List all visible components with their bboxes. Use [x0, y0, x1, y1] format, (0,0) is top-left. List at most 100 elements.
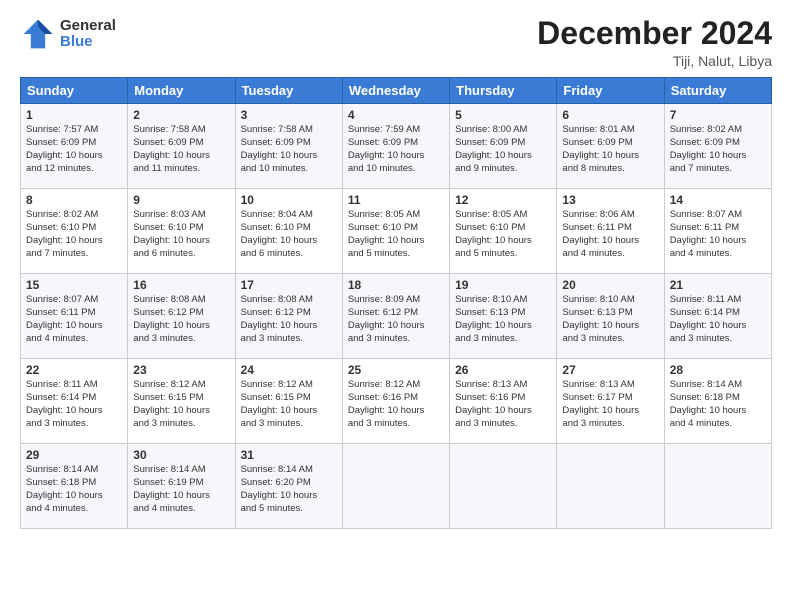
cell-content: Sunrise: 8:04 AM Sunset: 6:10 PM Dayligh… [241, 209, 337, 260]
header-tuesday: Tuesday [235, 78, 342, 104]
title-block: December 2024 Tiji, Nalut, Libya [537, 16, 772, 69]
day-number: 27 [562, 363, 658, 377]
calendar-cell-4-0: 29 Sunrise: 8:14 AM Sunset: 6:18 PM Dayli… [21, 444, 128, 529]
cell-content: Sunrise: 8:12 AM Sunset: 6:15 PM Dayligh… [133, 379, 229, 430]
calendar-cell-3-4: 26Sunrise: 8:13 AM Sunset: 6:16 PM Dayli… [450, 359, 557, 444]
cell-content: Sunrise: 8:10 AM Sunset: 6:13 PM Dayligh… [455, 294, 551, 345]
day-number: 29 [26, 448, 122, 462]
calendar-cell-4-1: 30 Sunrise: 8:14 AM Sunset: 6:19 PM Dayli… [128, 444, 235, 529]
calendar-cell-3-0: 22Sunrise: 8:11 AM Sunset: 6:14 PM Dayli… [21, 359, 128, 444]
cell-content: Sunrise: 8:05 AM Sunset: 6:10 PM Dayligh… [348, 209, 444, 260]
calendar-cell-1-4: 12 Sunrise: 8:05 AM Sunset: 6:10 PM Dayli… [450, 189, 557, 274]
calendar-cell-1-1: 9Sunrise: 8:03 AM Sunset: 6:10 PM Daylig… [128, 189, 235, 274]
cell-content: Sunrise: 8:03 AM Sunset: 6:10 PM Dayligh… [133, 209, 229, 260]
calendar-week-3: 15 Sunrise: 8:07 AM Sunset: 6:11 PM Dayli… [21, 274, 772, 359]
day-number: 14 [670, 193, 766, 207]
cell-content: Sunrise: 8:11 AM Sunset: 6:14 PM Dayligh… [26, 379, 122, 430]
header-sunday: Sunday [21, 78, 128, 104]
calendar-cell-0-3: 4 Sunrise: 7:59 AM Sunset: 6:09 PM Daylig… [342, 104, 449, 189]
calendar-cell-1-0: 8Sunrise: 8:02 AM Sunset: 6:10 PM Daylig… [21, 189, 128, 274]
cell-content: Sunrise: 8:06 AM Sunset: 6:11 PM Dayligh… [562, 209, 658, 260]
calendar-cell-2-4: 19 Sunrise: 8:10 AM Sunset: 6:13 PM Dayli… [450, 274, 557, 359]
day-number: 18 [348, 278, 444, 292]
calendar-cell-0-1: 2Sunrise: 7:58 AM Sunset: 6:09 PM Daylig… [128, 104, 235, 189]
calendar-cell-4-2: 31Sunrise: 8:14 AM Sunset: 6:20 PM Dayli… [235, 444, 342, 529]
header-saturday: Saturday [664, 78, 771, 104]
logo-general-text: General [60, 18, 116, 35]
day-number: 24 [241, 363, 337, 377]
header-monday: Monday [128, 78, 235, 104]
calendar-week-1: 1 Sunrise: 7:57 AM Sunset: 6:09 PM Daylig… [21, 104, 772, 189]
day-number: 12 [455, 193, 551, 207]
cell-content: Sunrise: 8:02 AM Sunset: 6:09 PM Dayligh… [670, 124, 766, 175]
calendar-cell-3-1: 23 Sunrise: 8:12 AM Sunset: 6:15 PM Dayli… [128, 359, 235, 444]
day-number: 5 [455, 108, 551, 122]
calendar-cell-0-4: 5Sunrise: 8:00 AM Sunset: 6:09 PM Daylig… [450, 104, 557, 189]
cell-content: Sunrise: 7:58 AM Sunset: 6:09 PM Dayligh… [241, 124, 337, 175]
cell-content: Sunrise: 8:14 AM Sunset: 6:18 PM Dayligh… [670, 379, 766, 430]
calendar-cell-0-5: 6 Sunrise: 8:01 AM Sunset: 6:09 PM Daylig… [557, 104, 664, 189]
day-number: 26 [455, 363, 551, 377]
cell-content: Sunrise: 8:09 AM Sunset: 6:12 PM Dayligh… [348, 294, 444, 345]
weekday-header-row: Sunday Monday Tuesday Wednesday Thursday… [21, 78, 772, 104]
calendar-cell-4-3 [342, 444, 449, 529]
day-number: 7 [670, 108, 766, 122]
day-number: 19 [455, 278, 551, 292]
day-number: 23 [133, 363, 229, 377]
cell-content: Sunrise: 8:07 AM Sunset: 6:11 PM Dayligh… [26, 294, 122, 345]
cell-content: Sunrise: 8:14 AM Sunset: 6:19 PM Dayligh… [133, 464, 229, 515]
calendar-cell-4-5 [557, 444, 664, 529]
cell-content: Sunrise: 8:08 AM Sunset: 6:12 PM Dayligh… [241, 294, 337, 345]
cell-content: Sunrise: 7:59 AM Sunset: 6:09 PM Dayligh… [348, 124, 444, 175]
day-number: 15 [26, 278, 122, 292]
day-number: 8 [26, 193, 122, 207]
header-wednesday: Wednesday [342, 78, 449, 104]
cell-content: Sunrise: 8:14 AM Sunset: 6:18 PM Dayligh… [26, 464, 122, 515]
day-number: 13 [562, 193, 658, 207]
day-number: 3 [241, 108, 337, 122]
cell-content: Sunrise: 8:08 AM Sunset: 6:12 PM Dayligh… [133, 294, 229, 345]
calendar-cell-1-2: 10Sunrise: 8:04 AM Sunset: 6:10 PM Dayli… [235, 189, 342, 274]
calendar-body: 1 Sunrise: 7:57 AM Sunset: 6:09 PM Daylig… [21, 104, 772, 529]
cell-content: Sunrise: 8:11 AM Sunset: 6:14 PM Dayligh… [670, 294, 766, 345]
location: Tiji, Nalut, Libya [537, 53, 772, 69]
calendar-header: Sunday Monday Tuesday Wednesday Thursday… [21, 78, 772, 104]
logo-text: General Blue [60, 18, 116, 51]
calendar-cell-4-6 [664, 444, 771, 529]
calendar-cell-0-2: 3 Sunrise: 7:58 AM Sunset: 6:09 PM Daylig… [235, 104, 342, 189]
calendar-table: Sunday Monday Tuesday Wednesday Thursday… [20, 77, 772, 529]
calendar-cell-2-6: 21Sunrise: 8:11 AM Sunset: 6:14 PM Dayli… [664, 274, 771, 359]
calendar-cell-1-3: 11 Sunrise: 8:05 AM Sunset: 6:10 PM Dayli… [342, 189, 449, 274]
calendar-week-4: 22Sunrise: 8:11 AM Sunset: 6:14 PM Dayli… [21, 359, 772, 444]
day-number: 2 [133, 108, 229, 122]
day-number: 30 [133, 448, 229, 462]
day-number: 6 [562, 108, 658, 122]
cell-content: Sunrise: 7:57 AM Sunset: 6:09 PM Dayligh… [26, 124, 122, 175]
day-number: 28 [670, 363, 766, 377]
calendar-cell-3-2: 24 Sunrise: 8:12 AM Sunset: 6:15 PM Dayli… [235, 359, 342, 444]
calendar-cell-2-2: 17Sunrise: 8:08 AM Sunset: 6:12 PM Dayli… [235, 274, 342, 359]
calendar-cell-0-6: 7 Sunrise: 8:02 AM Sunset: 6:09 PM Daylig… [664, 104, 771, 189]
calendar-cell-2-3: 18 Sunrise: 8:09 AM Sunset: 6:12 PM Dayli… [342, 274, 449, 359]
day-number: 11 [348, 193, 444, 207]
month-title: December 2024 [537, 16, 772, 51]
cell-content: Sunrise: 8:05 AM Sunset: 6:10 PM Dayligh… [455, 209, 551, 260]
cell-content: Sunrise: 8:14 AM Sunset: 6:20 PM Dayligh… [241, 464, 337, 515]
cell-content: Sunrise: 8:10 AM Sunset: 6:13 PM Dayligh… [562, 294, 658, 345]
cell-content: Sunrise: 8:13 AM Sunset: 6:17 PM Dayligh… [562, 379, 658, 430]
logo: General Blue [20, 16, 116, 52]
cell-content: Sunrise: 8:12 AM Sunset: 6:15 PM Dayligh… [241, 379, 337, 430]
calendar-cell-3-5: 27 Sunrise: 8:13 AM Sunset: 6:17 PM Dayli… [557, 359, 664, 444]
calendar-cell-2-5: 20Sunrise: 8:10 AM Sunset: 6:13 PM Dayli… [557, 274, 664, 359]
calendar-week-2: 8Sunrise: 8:02 AM Sunset: 6:10 PM Daylig… [21, 189, 772, 274]
logo-icon [20, 16, 56, 52]
calendar-week-5: 29 Sunrise: 8:14 AM Sunset: 6:18 PM Dayli… [21, 444, 772, 529]
day-number: 1 [26, 108, 122, 122]
header-friday: Friday [557, 78, 664, 104]
cell-content: Sunrise: 8:01 AM Sunset: 6:09 PM Dayligh… [562, 124, 658, 175]
calendar-cell-4-4 [450, 444, 557, 529]
calendar-cell-1-5: 13 Sunrise: 8:06 AM Sunset: 6:11 PM Dayli… [557, 189, 664, 274]
day-number: 4 [348, 108, 444, 122]
calendar-cell-2-1: 16Sunrise: 8:08 AM Sunset: 6:12 PM Dayli… [128, 274, 235, 359]
day-number: 25 [348, 363, 444, 377]
